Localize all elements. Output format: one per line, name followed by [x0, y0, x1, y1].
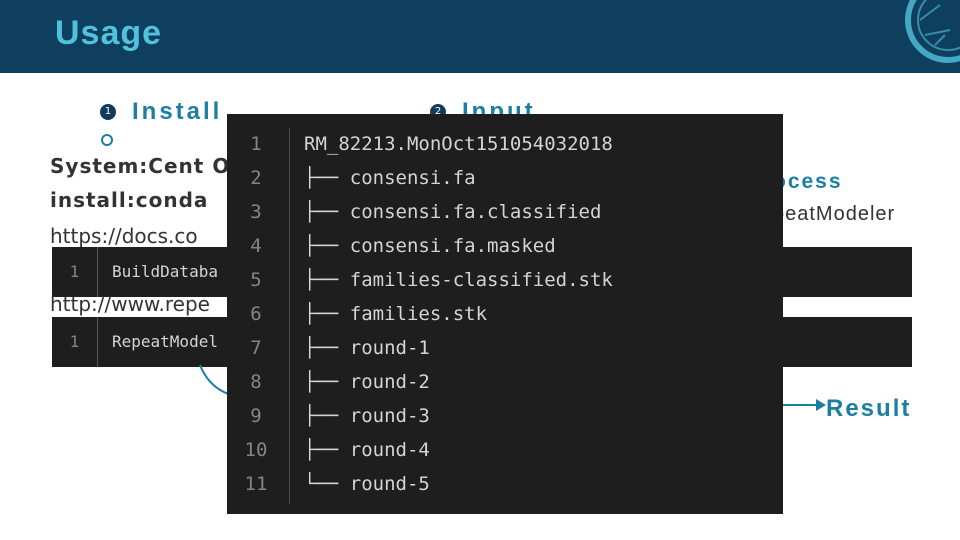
directory-tree-panel: 1 RM_82213.MonOct151054032018 2 ├── consens… — [227, 114, 783, 514]
line-number: 8 — [250, 371, 262, 393]
tree-line: 4 ├── consensi.fa.masked — [227, 229, 783, 263]
step-1-badge: 1 — [100, 104, 116, 120]
line-number: 10 — [244, 439, 268, 461]
step-1-label: Install — [132, 98, 223, 125]
tree-entry: RM_82213.MonOct151054032018 — [304, 133, 613, 155]
tree-line: 3 ├── consensi.fa.classified — [227, 195, 783, 229]
line-number: 1 — [52, 317, 98, 367]
tree-line: 2 ├── consensi.fa — [227, 161, 783, 195]
tree-entry: ├── round-1 — [304, 337, 430, 359]
tree-line: 10 ├── round-4 — [227, 433, 783, 467]
tree-entry: ├── consensi.fa — [304, 167, 476, 189]
code-text: BuildDataba — [112, 262, 218, 281]
line-number: 4 — [250, 235, 262, 257]
process-label: ocess — [773, 170, 843, 193]
result-label: Result — [826, 395, 912, 422]
system-text: System:Cent O — [50, 154, 231, 178]
line-number: 11 — [244, 473, 268, 495]
tree-line: 6 ├── families.stk — [227, 297, 783, 331]
line-number: 9 — [250, 405, 262, 427]
page-title: Usage — [55, 14, 163, 52]
docs-link[interactable]: https://docs.co — [50, 224, 198, 248]
tree-entry: ├── round-4 — [304, 439, 430, 461]
tree-entry: └── round-5 — [304, 473, 430, 495]
process-tool: peatModeler — [773, 203, 896, 225]
tree-entry: ├── consensi.fa.classified — [304, 201, 602, 223]
tree-line: 9 ├── round-3 — [227, 399, 783, 433]
line-number: 1 — [250, 133, 262, 155]
tree-entry: ├── families-classified.stk — [304, 269, 613, 291]
header-bar: Usage — [0, 0, 960, 73]
tree-line: 8 ├── round-2 — [227, 365, 783, 399]
tree-entry: ├── round-3 — [304, 405, 430, 427]
tree-line: 1 RM_82213.MonOct151054032018 — [227, 127, 783, 161]
tree-line: 7 ├── round-1 — [227, 331, 783, 365]
tree-entry: ├── round-2 — [304, 371, 430, 393]
line-number: 1 — [52, 247, 98, 297]
tree-line: 11 └── round-5 — [227, 467, 783, 501]
line-number: 6 — [250, 303, 262, 325]
step-1-dot — [101, 134, 113, 146]
tree-entry: ├── consensi.fa.masked — [304, 235, 556, 257]
line-number: 3 — [250, 201, 262, 223]
install-text: install:conda — [50, 188, 209, 212]
line-number: 2 — [250, 167, 262, 189]
line-number: 5 — [250, 269, 262, 291]
line-number: 7 — [250, 337, 262, 359]
circuit-logo-icon — [905, 0, 960, 63]
tree-entry: ├── families.stk — [304, 303, 488, 325]
result-arrow — [778, 399, 826, 411]
repeatmasker-link[interactable]: http://www.repe — [50, 292, 210, 316]
tree-line: 5 ├── families-classified.stk — [227, 263, 783, 297]
